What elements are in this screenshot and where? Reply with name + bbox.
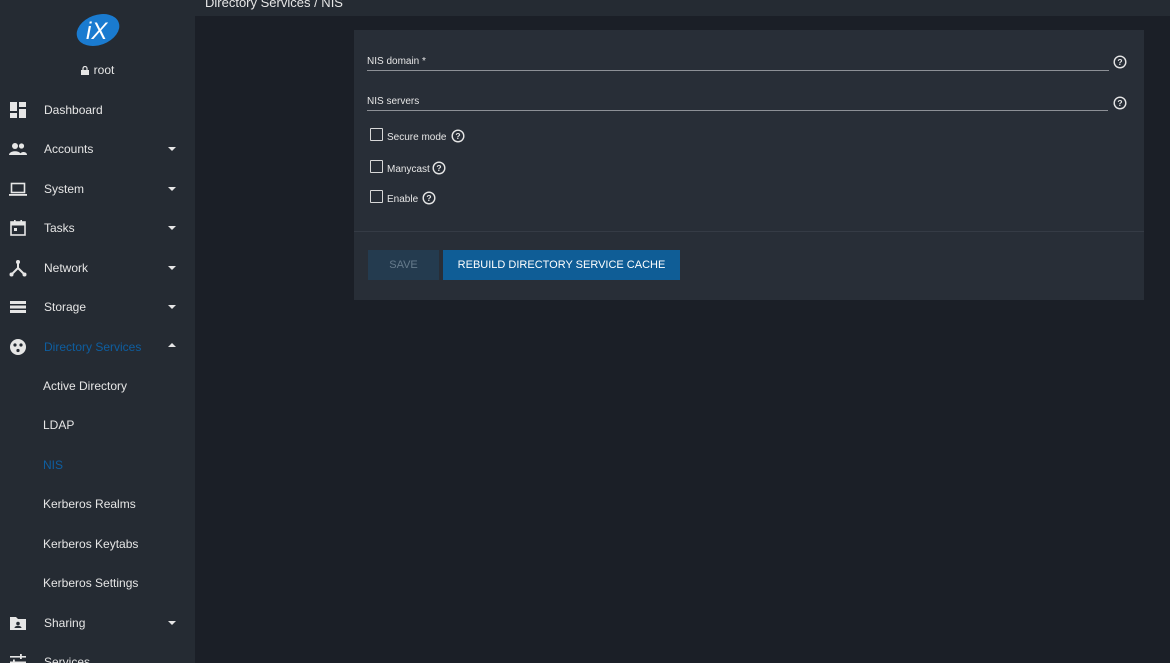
chevron-up-icon (168, 343, 176, 347)
sidebar-item-label: Tasks (44, 221, 75, 235)
ix-logo: iX (76, 14, 120, 46)
sidebar-subitem-kerberos-realms[interactable]: Kerberos Realms (0, 484, 195, 523)
svg-text:?: ? (1117, 57, 1122, 67)
sidebar-item-label: Dashboard (44, 103, 103, 117)
help-icon[interactable]: ? (1113, 55, 1127, 69)
svg-text:?: ? (426, 193, 431, 203)
sidebar-subitem-active-directory[interactable]: Active Directory (0, 366, 195, 405)
sidebar-subitem-kerberos-keytabs[interactable]: Kerberos Keytabs (0, 524, 195, 563)
chevron-down-icon (168, 305, 176, 309)
sidebar-subitem-label: Kerberos Settings (43, 576, 139, 590)
svg-text:?: ? (436, 163, 441, 173)
help-icon[interactable]: ? (1113, 96, 1127, 110)
chevron-down-icon (168, 266, 176, 270)
sidebar-item-label: Accounts (44, 142, 94, 156)
enable-label: Enable (387, 194, 419, 205)
manycast-row: Manycast ? (370, 160, 480, 176)
enable-checkbox[interactable] (370, 190, 383, 203)
svg-text:iX: iX (86, 18, 108, 45)
svg-text:?: ? (455, 131, 460, 141)
sidebar-item-label: Storage (44, 300, 87, 314)
chevron-down-icon (168, 187, 176, 191)
sidebar-item-label: Network (44, 261, 89, 275)
sidebar-item-dashboard[interactable]: Dashboard (0, 90, 195, 129)
chevron-down-icon (168, 147, 176, 151)
chevron-down-icon (168, 621, 176, 625)
manycast-label: Manycast (387, 164, 430, 175)
calendar-icon (10, 220, 26, 236)
chevron-down-icon (168, 226, 176, 230)
sidebar-subitem-nis[interactable]: NIS (0, 445, 195, 484)
sidebar-item-network[interactable]: Network (0, 248, 195, 287)
svg-text:?: ? (1117, 98, 1122, 108)
sidebar-item-label: Directory Services (44, 340, 142, 354)
user-badge: root (0, 63, 195, 77)
sidebar-subitem-label: NIS (43, 458, 64, 472)
laptop-icon (9, 182, 27, 196)
sidebar-item-label: System (44, 182, 85, 196)
rebuild-directory-service-cache-button[interactable]: REBUILD DIRECTORY SERVICE CACHE (443, 250, 680, 280)
help-icon[interactable]: ? (422, 191, 436, 205)
sidebar-item-tasks[interactable]: Tasks (0, 208, 195, 247)
manycast-checkbox[interactable] (370, 160, 383, 173)
sidebar-subitem-label: Kerberos Keytabs (43, 537, 139, 551)
username: root (93, 63, 115, 77)
sidebar-item-sharing[interactable]: Sharing (0, 603, 195, 642)
sidebar-subitem-label: Active Directory (43, 379, 128, 393)
tune-icon (10, 654, 26, 663)
sidebar-item-accounts[interactable]: Accounts (0, 129, 195, 168)
secure-mode-row: Secure mode ? (370, 128, 480, 144)
nis-domain-label: NIS domain * (367, 56, 426, 67)
secure-mode-label: Secure mode (387, 132, 447, 143)
sidebar-subitem-ldap[interactable]: LDAP (0, 405, 195, 444)
sharing-icon (10, 617, 26, 630)
nis-servers-field[interactable] (367, 110, 1108, 111)
divider (354, 231, 1144, 232)
sidebar: iX root Dashboard Accounts System Tasks … (0, 0, 195, 663)
sidebar-item-directory-services[interactable]: Directory Services (0, 327, 195, 366)
secure-mode-checkbox[interactable] (370, 128, 383, 141)
sidebar-subitem-kerberos-settings[interactable]: Kerberos Settings (0, 563, 195, 602)
sidebar-subitem-label: Kerberos Realms (43, 497, 136, 511)
sidebar-item-label: Services (44, 655, 91, 663)
people-icon (9, 143, 27, 155)
storage-icon (10, 301, 26, 313)
directory-services-icon (10, 339, 26, 355)
sidebar-item-storage[interactable]: Storage (0, 287, 195, 326)
network-icon (9, 260, 27, 277)
dashboard-icon (10, 102, 26, 118)
nis-servers-label: NIS servers (367, 96, 420, 107)
enable-row: Enable ? (370, 190, 480, 206)
lock-icon (80, 66, 89, 75)
sidebar-subitem-label: LDAP (43, 418, 75, 432)
help-icon[interactable]: ? (432, 161, 446, 175)
help-icon[interactable]: ? (451, 129, 465, 143)
save-button[interactable]: SAVE (368, 250, 439, 280)
nis-settings-card: NIS domain * ? NIS servers ? Secure mode… (354, 30, 1144, 300)
sidebar-item-system[interactable]: System (0, 169, 195, 208)
sidebar-item-services[interactable]: Services (0, 642, 195, 663)
sidebar-item-label: Sharing (44, 616, 86, 630)
nis-domain-field[interactable] (367, 70, 1109, 71)
breadcrumb: Directory Services / NIS (205, 0, 343, 10)
